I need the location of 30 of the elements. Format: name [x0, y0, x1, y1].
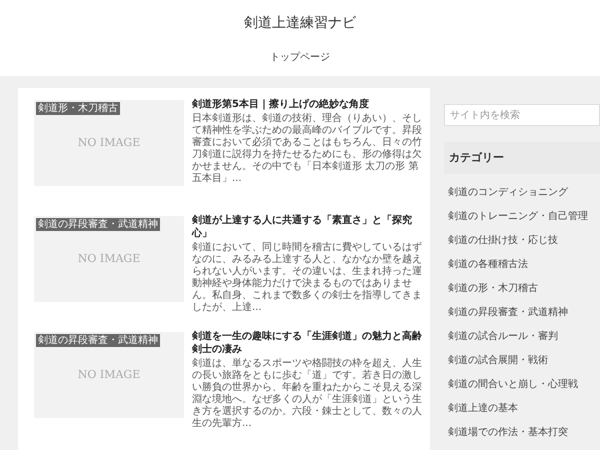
category-link[interactable]: 剣道の各種稽古法: [444, 252, 600, 276]
article-excerpt: 剣道は、単なるスポーツや格闘技の枠を超え、人生の長い旅路をともに歩む「道」です。若き日の激しい勝負の世界から、年齢を重ねたからこそ見える深淵な境地へ。なぜ多くの人が「生涯剣道」という生き方を選択するのか。六段・錬士として、数々の人生の先輩方...: [192, 358, 423, 430]
category-link[interactable]: 剣道の形・木刀稽古: [444, 276, 600, 300]
article-title[interactable]: 剣道形第5本目｜擦り上げの絶妙な角度: [192, 98, 424, 111]
category-link[interactable]: 剣道の試合ルール・審判: [444, 324, 600, 348]
article-thumbnail[interactable]: 剣道の昇段審査・武道精神 NO IMAGE: [34, 332, 184, 418]
no-image-text: NO IMAGE: [78, 250, 140, 267]
search-field[interactable]: サイト内を検索: [444, 104, 600, 126]
article-thumbnail[interactable]: 剣道の昇段審査・武道精神 NO IMAGE: [34, 216, 184, 302]
category-link[interactable]: 剣道の昇段審査・武道精神: [444, 300, 600, 324]
category-link[interactable]: 剣道のトレーニング・自己管理: [444, 204, 600, 228]
article-excerpt: 剣道において、同じ時間を稽古に費やしているはずなのに、みるみる上達する人と、なかなか壁を越えられない人がいます。その違いは、生まれ持った運動神経や身体能力だけで決まるものではありません。私自身、これまで数多くの剣士を指導してきましたが、上達...: [192, 242, 423, 314]
category-link[interactable]: 剣道の試合展開・戦術: [444, 348, 600, 372]
no-image-text: NO IMAGE: [78, 134, 140, 151]
category-link[interactable]: 剣道の仕掛け技・応じ技: [444, 228, 600, 252]
category-badge: 剣道の昇段審査・武道精神: [36, 334, 160, 347]
category-badge: 剣道形・木刀稽古: [36, 102, 120, 115]
category-link[interactable]: 剣道の間合いと崩し・心理戦: [444, 372, 600, 396]
no-image-text: NO IMAGE: [78, 366, 140, 383]
article-title[interactable]: 剣道が上達する人に共通する「素直さ」と「探究心」: [192, 214, 424, 240]
article-thumbnail[interactable]: 剣道形・木刀稽古 NO IMAGE: [34, 100, 184, 186]
site-title[interactable]: 剣道上達練習ナビ: [244, 13, 356, 34]
category-link[interactable]: 剣道のコンディショニング: [444, 180, 600, 204]
article-excerpt: 日本剣道形は、剣道の技術、理合（りあい）、そして精神性を学ぶための最高峰のバイブルです。昇段審査において必須であることはもちろん、日々の竹刀剣道に説得力を持たせるためにも、形の修得は欠かせません。その中でも「日本剣道形 太刀の形 第五本目」...: [192, 113, 423, 185]
category-heading: カテゴリー: [444, 142, 600, 174]
nav-link[interactable]: トップページ: [270, 50, 330, 65]
category-link[interactable]: 剣道上達の基本: [444, 396, 600, 420]
category-link[interactable]: 剣道場での作法・基本打突: [444, 420, 600, 444]
article-title[interactable]: 剣道を一生の趣味にする「生涯剣道」の魅力と高齢剣士の凄み: [192, 330, 424, 356]
category-badge: 剣道の昇段審査・武道精神: [36, 218, 160, 231]
